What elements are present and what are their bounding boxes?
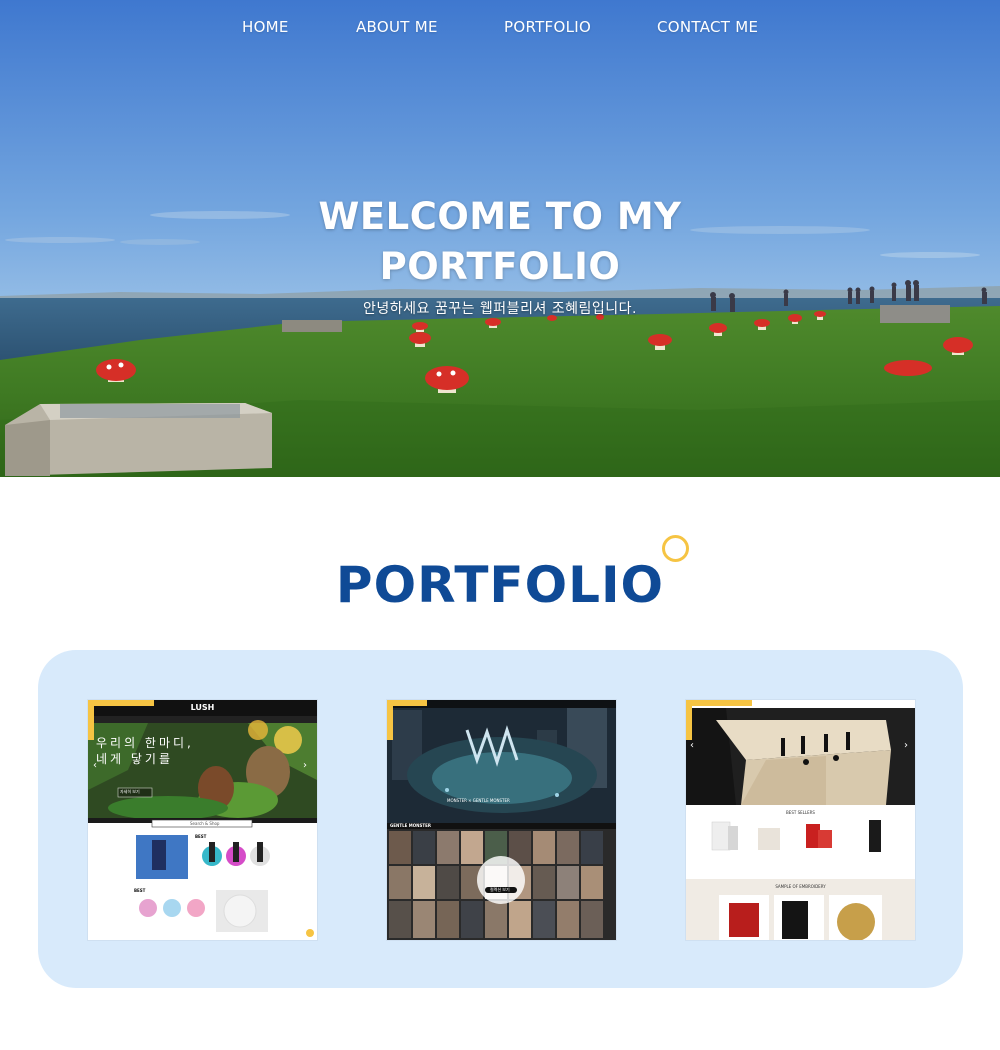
lush-section-label-2: BEST (134, 888, 146, 893)
lush-headline-line1: 우리의 한마디, (96, 736, 194, 750)
hero-title-line1: WELCOME TO MY (318, 195, 682, 238)
circle-decoration-icon (662, 535, 689, 562)
portfolio-card-gentle-monster[interactable]: MONSTER × GENTLE MONSTER GENTLE MONSTER … (387, 700, 616, 940)
gm-brand-label: GENTLE MONSTER (390, 823, 431, 828)
lush-search-placeholder: Search & Shop (190, 821, 220, 826)
carousel-next-icon[interactable]: › (303, 760, 307, 771)
lush-brand-label: LUSH (190, 703, 215, 712)
hero-subtitle: 안녕하세요 꿈꾸는 웹퍼블리셔 조혜림입니다. (362, 301, 638, 317)
portfolio-heading: PORTFOLIO (0, 555, 1000, 615)
hero-title: WELCOME TO MY PORTFOLIO (200, 192, 800, 292)
main-nav: HOME ABOUT ME PORTFOLIO CONTACT ME (0, 18, 1000, 42)
nav-home-link[interactable]: HOME (242, 18, 289, 36)
nav-contact-link[interactable]: CONTACT ME (657, 18, 758, 36)
portfolio-card-home[interactable]: BEST SELLERS SAMPLE OF EMBROIDERY ‹ › (686, 700, 915, 940)
gm-hero-caption: MONSTER × GENTLE MONSTER (447, 798, 510, 803)
gm-cta-label: 컬렉션 보기 (490, 887, 510, 892)
portfolio-card-lush[interactable]: LUSH 우리의 한마디, 네게 닿기를 자세히 보기 Search & Sho… (88, 700, 317, 940)
nav-about-link[interactable]: ABOUT ME (356, 18, 438, 36)
card-accent-vertical (387, 700, 393, 740)
nav-portfolio-link[interactable]: PORTFOLIO (504, 18, 591, 36)
hero-section: HOME ABOUT ME PORTFOLIO CONTACT ME WELCO… (0, 0, 1000, 477)
gentle-monster-site-thumbnail (387, 700, 616, 940)
carousel-prev-icon[interactable]: ‹ (690, 740, 694, 751)
portfolio-title: PORTFOLIO (335, 556, 665, 614)
card-accent (686, 700, 752, 706)
home-section-label-2: SAMPLE OF EMBROIDERY (775, 884, 826, 889)
card-accent-vertical (686, 700, 692, 740)
carousel-prev-icon[interactable]: ‹ (93, 760, 97, 771)
home-section-label-1: BEST SELLERS (786, 810, 815, 815)
lush-section-label-1: BEST (195, 834, 207, 839)
carousel-next-icon[interactable]: › (904, 740, 908, 751)
hero-title-line2: PORTFOLIO (379, 245, 621, 288)
lush-cta-label: 자세히 보기 (120, 789, 140, 794)
home-goods-site-thumbnail (686, 700, 915, 940)
lush-headline-line2: 네게 닿기를 (96, 752, 174, 766)
card-accent (387, 700, 427, 706)
